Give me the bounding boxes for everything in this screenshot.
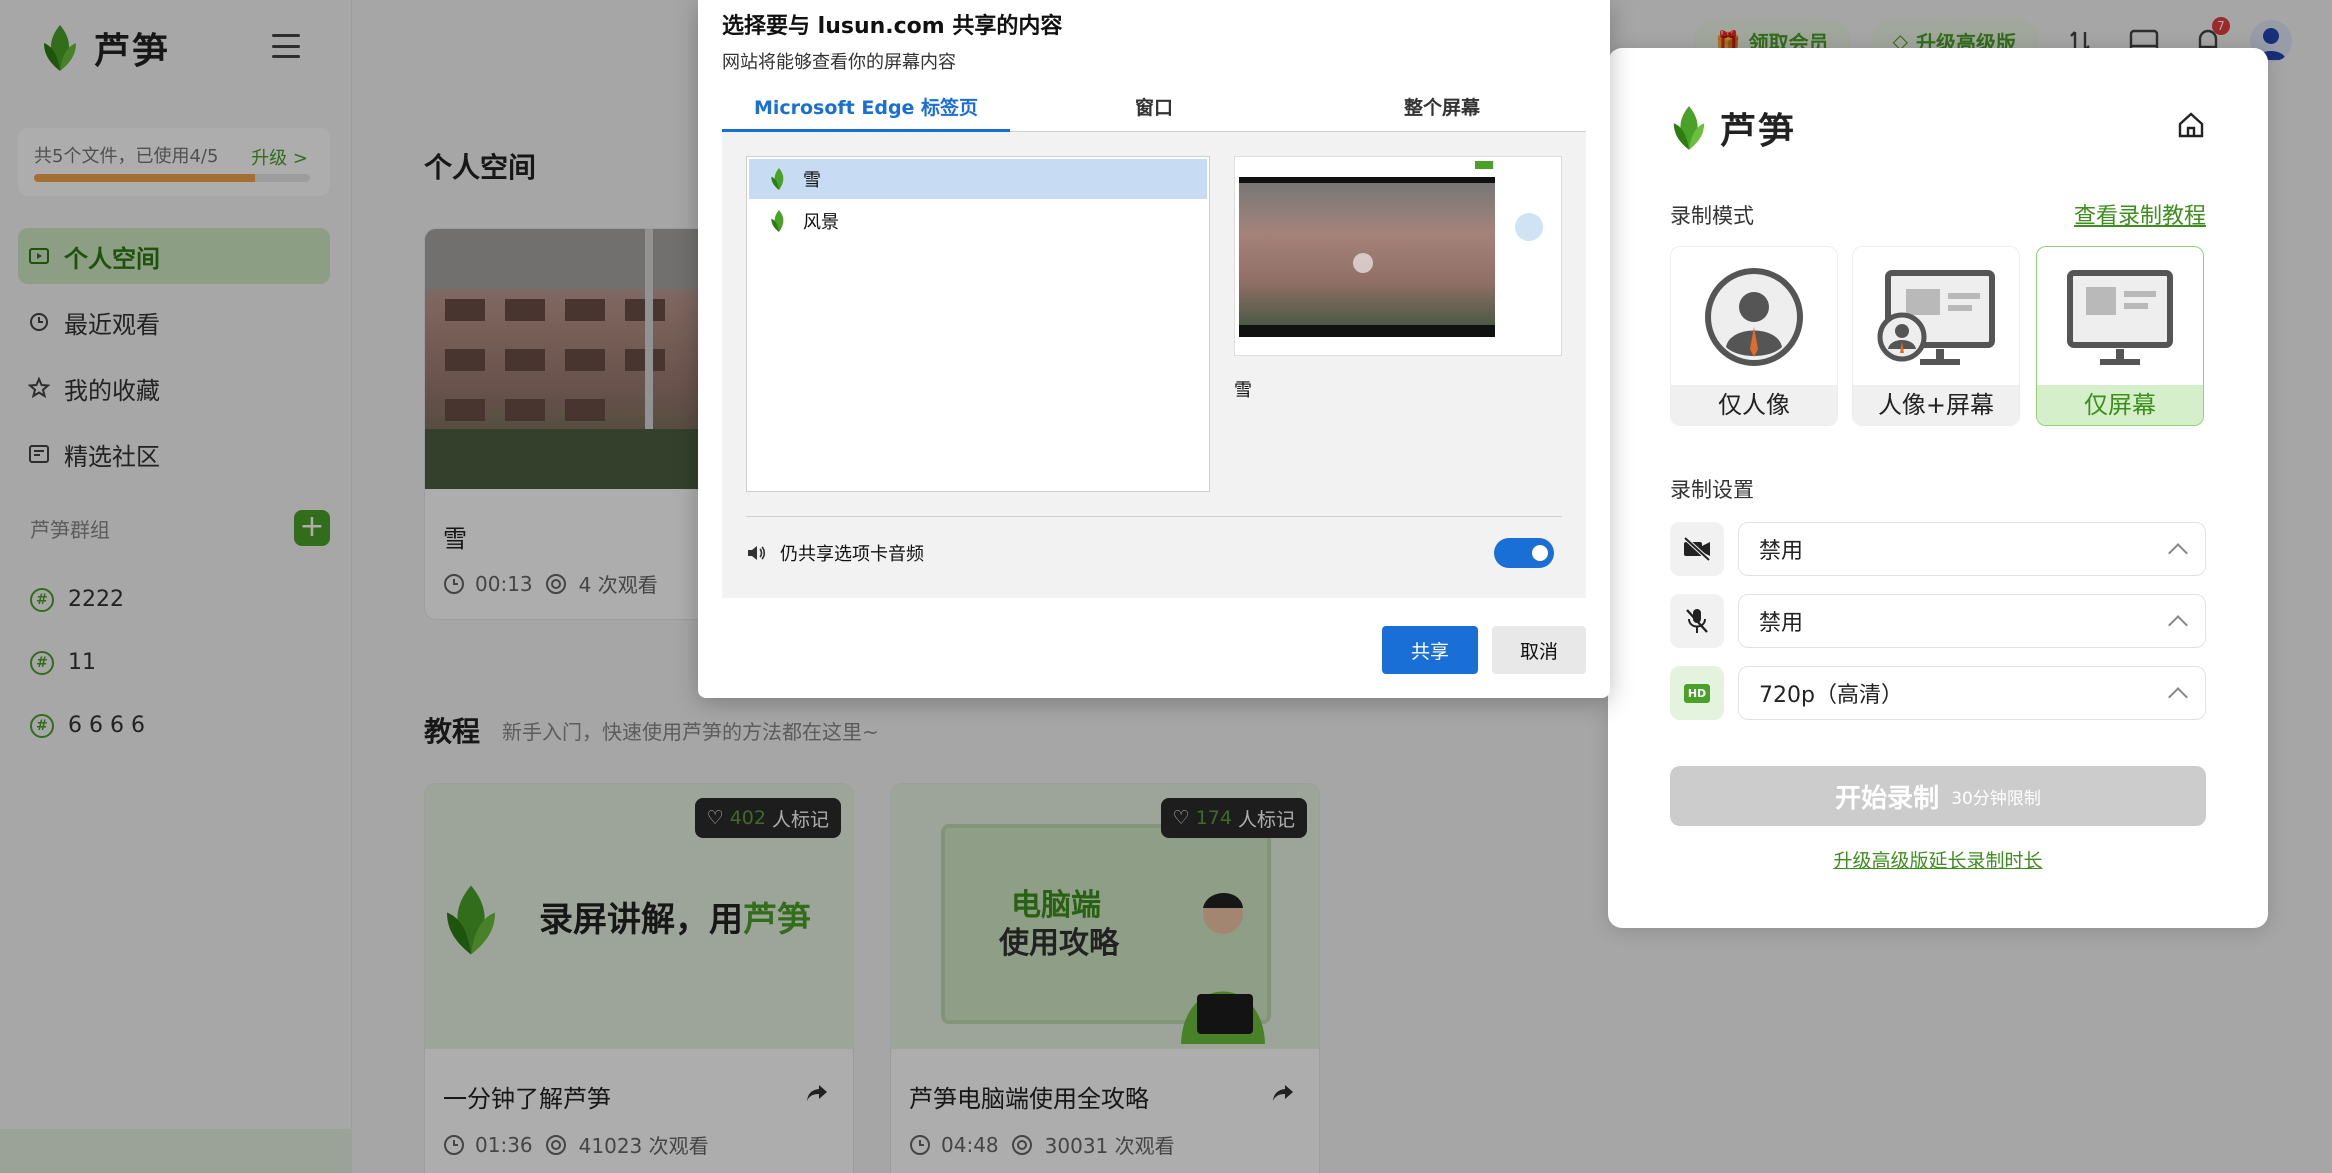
camera-select[interactable]: 禁用 — [1738, 522, 2206, 576]
screen-share-dialog: 选择要与 lusun.com 共享的内容 网站将能够查看你的屏幕内容 Micro… — [698, 0, 1610, 698]
list-item[interactable]: 风景 — [749, 201, 1207, 241]
mode-label: 人像+屏幕 — [1853, 385, 2019, 425]
dialog-title: 选择要与 lusun.com 共享的内容 — [722, 14, 1063, 39]
portrait-mode-art — [1671, 247, 1837, 387]
screen-mode-art — [2037, 247, 2203, 387]
monitor-icon — [2067, 270, 2173, 365]
mic-select-value: 禁用 — [1759, 611, 1804, 636]
recorder-panel: 芦笋 录制模式 查看录制教程 仅人像 人像+屏幕 仅屏幕 录制设置 禁用 禁用 — [1608, 48, 2268, 928]
asparagus-logo-icon — [1673, 106, 1705, 150]
list-item-label: 雪 — [803, 170, 821, 191]
dialog-tabs: Microsoft Edge 标签页 窗口 整个屏幕 — [722, 90, 1586, 132]
asparagus-favicon-icon — [771, 209, 784, 233]
start-recording-button[interactable]: 开始录制 30分钟限制 — [1670, 766, 2206, 826]
dialog-subtitle: 网站将能够查看你的屏幕内容 — [722, 52, 956, 73]
speaker-icon — [748, 545, 766, 560]
mode-label: 仅人像 — [1671, 385, 1837, 425]
tab-edge-tabs[interactable]: Microsoft Edge 标签页 — [722, 90, 1010, 132]
cancel-button[interactable]: 取消 — [1492, 626, 1586, 674]
mic-setting-row: 禁用 — [1670, 594, 2206, 648]
recorder-app-name: 芦笋 — [1720, 111, 1797, 152]
play-icon — [1353, 253, 1373, 273]
quality-setting-row: HD 720p（高清） — [1670, 666, 2206, 720]
portrait-icon — [1705, 268, 1803, 366]
portrait-screen-mode-art — [1853, 247, 2019, 387]
recorder-logo: 芦笋 — [1670, 102, 1796, 154]
mode-screen-only[interactable]: 仅屏幕 — [2036, 246, 2204, 426]
record-mode-label: 录制模式 — [1670, 204, 1754, 228]
quality-select-value: 720p（高清） — [1759, 683, 1903, 708]
mic-select[interactable]: 禁用 — [1738, 594, 2206, 648]
camera-off-icon — [1670, 522, 1724, 576]
chevron-up-icon — [2168, 687, 2188, 707]
avatar-illustration-icon — [1515, 213, 1543, 241]
start-recording-label: 开始录制 — [1835, 783, 1940, 814]
preview-label: 雪 — [1234, 380, 1252, 401]
share-button[interactable]: 共享 — [1382, 626, 1478, 674]
tab-entire-screen[interactable]: 整个屏幕 — [1298, 90, 1586, 131]
mode-portrait-screen[interactable]: 人像+屏幕 — [1852, 246, 2020, 426]
camera-select-value: 禁用 — [1759, 539, 1804, 564]
tab-window[interactable]: 窗口 — [1010, 90, 1298, 131]
upgrade-duration-link[interactable]: 升级高级版延长录制时长 — [1608, 846, 2268, 873]
portrait-screen-icon — [1877, 270, 1995, 365]
quality-select[interactable]: 720p（高清） — [1738, 666, 2206, 720]
share-audio-toggle[interactable] — [1494, 537, 1554, 568]
record-settings-label: 录制设置 — [1670, 478, 1754, 502]
home-icon[interactable] — [2176, 110, 2206, 140]
tab-preview — [1234, 156, 1562, 356]
list-item-label: 风景 — [803, 212, 839, 233]
chevron-up-icon — [2168, 615, 2188, 635]
chevron-up-icon — [2168, 543, 2188, 563]
mode-portrait-only[interactable]: 仅人像 — [1670, 246, 1838, 426]
mode-label: 仅屏幕 — [2037, 385, 2203, 425]
record-tutorial-link[interactable]: 查看录制教程 — [2074, 198, 2206, 230]
hd-quality-icon: HD — [1670, 666, 1724, 720]
share-audio-row: 仍共享选项卡音频 — [746, 516, 1562, 576]
share-audio-label: 仍共享选项卡音频 — [780, 543, 924, 565]
mic-off-icon — [1670, 594, 1724, 648]
tab-list: 雪 风景 — [746, 156, 1210, 492]
camera-setting-row: 禁用 — [1670, 522, 2206, 576]
hd-badge: HD — [1683, 683, 1711, 703]
list-item[interactable]: 雪 — [749, 159, 1207, 199]
start-recording-limit: 30分钟限制 — [1951, 788, 2041, 809]
asparagus-favicon-icon — [771, 167, 784, 191]
dialog-body: 雪 风景 雪 仍共享选项卡音频 — [722, 132, 1586, 598]
